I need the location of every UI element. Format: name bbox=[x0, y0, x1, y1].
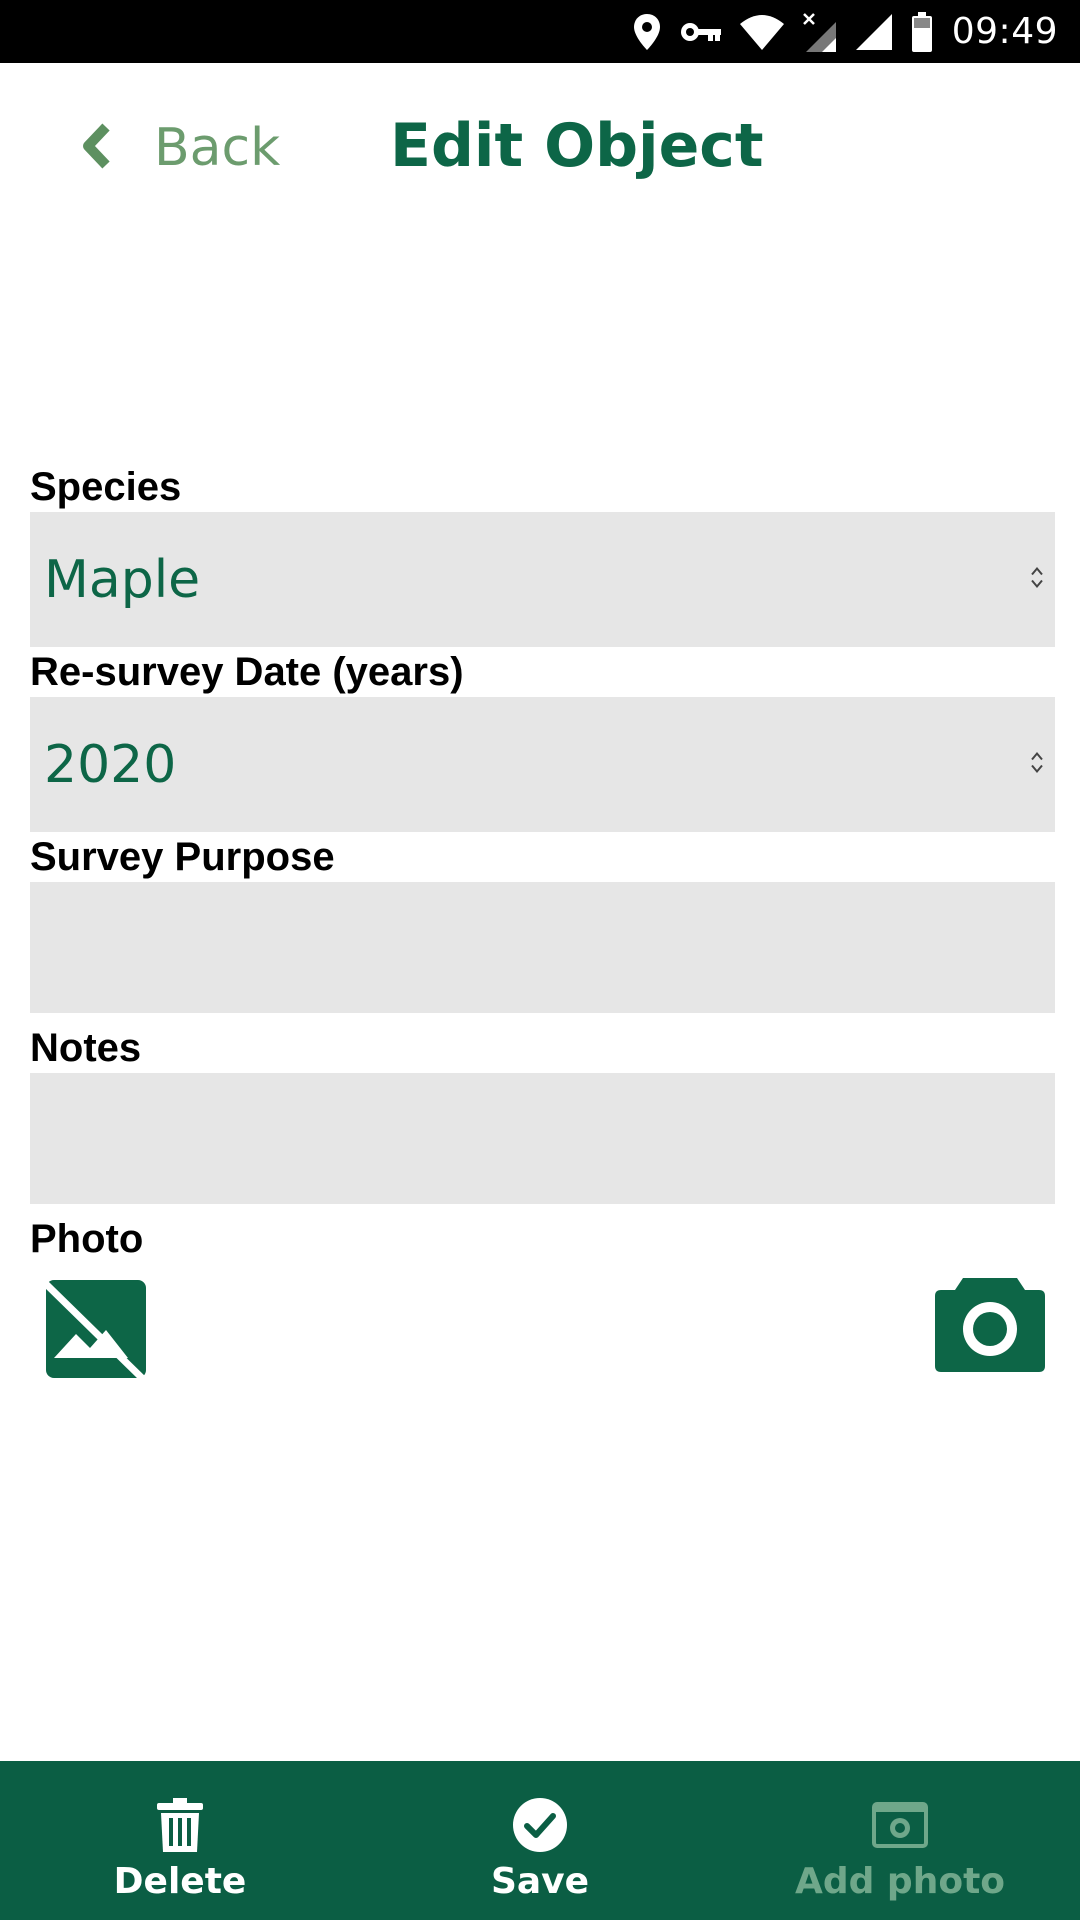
add-photo-button[interactable]: Add photo bbox=[795, 1761, 1005, 1920]
chevron-up-down-icon bbox=[1029, 564, 1045, 595]
check-circle-icon bbox=[513, 1797, 567, 1853]
battery-icon bbox=[910, 11, 934, 52]
photo-row bbox=[30, 1264, 1055, 1394]
no-sim-signal-icon bbox=[802, 12, 838, 52]
camera-button[interactable] bbox=[933, 1272, 1047, 1381]
resurvey-label: Re-survey Date (years) bbox=[30, 650, 464, 694]
status-bar: 09:49 bbox=[0, 0, 1080, 63]
wifi-icon bbox=[739, 14, 784, 50]
save-label: Save bbox=[490, 1861, 590, 1902]
species-label: Species bbox=[30, 465, 182, 509]
delete-label: Delete bbox=[113, 1861, 247, 1902]
back-label: Back bbox=[154, 118, 281, 178]
header: Back Edit Object bbox=[0, 63, 1080, 228]
back-button[interactable]: Back bbox=[80, 113, 280, 183]
edit-form: Species Maple Re-survey Date (years) 202… bbox=[30, 462, 1055, 1394]
camera-icon bbox=[872, 1797, 928, 1853]
species-select[interactable]: Maple bbox=[30, 512, 1055, 647]
species-value: Maple bbox=[44, 549, 201, 610]
chevron-up-down-icon bbox=[1029, 749, 1045, 780]
photo-label: Photo bbox=[30, 1217, 144, 1261]
signal-icon bbox=[855, 13, 892, 50]
bottom-action-bar: Delete Save Add photo bbox=[0, 1761, 1080, 1920]
notes-field[interactable] bbox=[30, 1073, 1055, 1204]
vpn-key-icon bbox=[680, 19, 722, 45]
resurvey-select[interactable]: 2020 bbox=[30, 697, 1055, 832]
survey-purpose-field[interactable] bbox=[30, 882, 1055, 1013]
status-icons: 09:49 bbox=[614, 0, 1058, 63]
delete-button[interactable]: Delete bbox=[80, 1761, 280, 1920]
status-time: 09:49 bbox=[951, 11, 1058, 52]
add-photo-label: Add photo bbox=[795, 1861, 1006, 1902]
page-title: Edit Object bbox=[390, 111, 764, 181]
resurvey-value: 2020 bbox=[44, 734, 177, 795]
location-icon bbox=[632, 12, 662, 52]
trash-icon bbox=[157, 1797, 203, 1853]
save-button[interactable]: Save bbox=[440, 1761, 640, 1920]
no-image-icon bbox=[43, 1276, 150, 1387]
survey-purpose-label: Survey Purpose bbox=[30, 835, 335, 879]
notes-label: Notes bbox=[30, 1026, 142, 1070]
chevron-left-icon bbox=[80, 123, 114, 174]
